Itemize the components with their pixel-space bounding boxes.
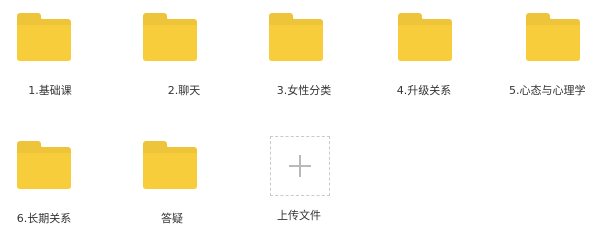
folder-item-upgrade-relationship[interactable]: 4.升级关系 <box>381 0 501 110</box>
folder-item-qa[interactable]: 答疑 <box>126 128 246 238</box>
folder-label: 3.女性分类 <box>276 84 332 97</box>
folder-label: 1.基础课 <box>28 84 72 97</box>
folder-item-long-term-relationship[interactable]: 6.长期关系 <box>0 128 120 238</box>
file-grid: 1.基础课 2.聊天 3.女性分类 4.升级关系 5.心态与心理学 6.长期关系 <box>0 0 600 252</box>
folder-label: 5.心态与心理学 <box>509 84 586 97</box>
folder-item-mindset-psychology[interactable]: 5.心态与心理学 <box>509 0 600 110</box>
upload-file-button[interactable] <box>270 136 330 196</box>
upload-file-label: 上传文件 <box>277 209 321 222</box>
folder-icon <box>269 13 323 61</box>
folder-icon <box>17 13 71 61</box>
folder-icon <box>143 13 197 61</box>
folder-icon <box>17 141 71 189</box>
folder-label: 6.长期关系 <box>16 212 72 225</box>
folder-label: 2.聊天 <box>167 84 201 97</box>
folder-item-basic-course[interactable]: 1.基础课 <box>0 0 120 110</box>
folder-icon <box>526 13 580 61</box>
folder-label: 4.升级关系 <box>396 84 452 97</box>
folder-item-female-types[interactable]: 3.女性分类 <box>252 0 372 110</box>
plus-icon <box>299 155 301 177</box>
folder-icon <box>143 141 197 189</box>
folder-icon <box>398 13 452 61</box>
folder-label: 答疑 <box>161 212 183 225</box>
folder-item-chat[interactable]: 2.聊天 <box>126 0 246 110</box>
